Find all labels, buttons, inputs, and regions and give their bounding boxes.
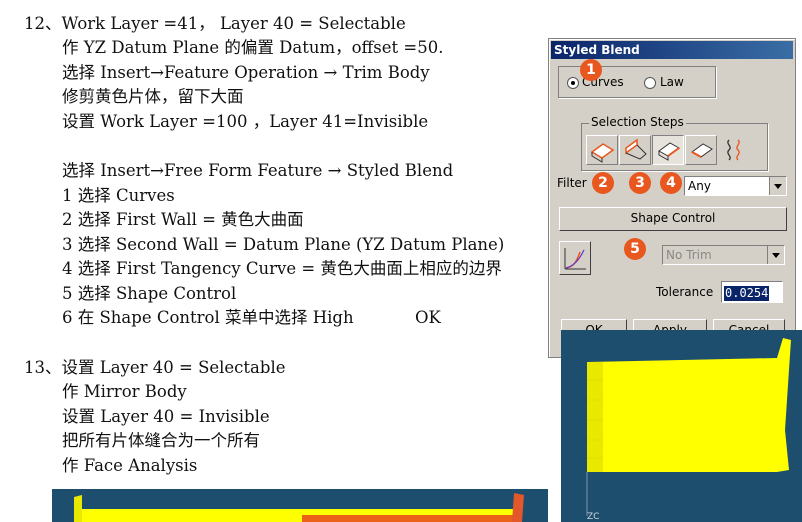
step-13-heading: 13、设置 Layer 40 = Selectable bbox=[24, 358, 286, 377]
instruction-line: 作 Mirror Body bbox=[62, 382, 187, 401]
step-first-tangency-button[interactable] bbox=[652, 135, 684, 165]
step-12-heading: 12、Work Layer =41， Layer 40 = Selectable bbox=[24, 14, 406, 33]
instruction-line: 设置 Work Layer =100 ，Layer 41=Invisible bbox=[62, 112, 429, 131]
step-badge-5: 5 bbox=[624, 238, 646, 260]
selection-steps-label: Selection Steps bbox=[589, 115, 686, 129]
step-badge-3: 3 bbox=[629, 172, 651, 194]
step-first-wall-button[interactable] bbox=[586, 135, 618, 165]
instruction-line: 修剪黄色片体，留下大面 bbox=[62, 87, 244, 106]
instruction-line: 把所有片体缝合为一个所有 bbox=[62, 431, 260, 450]
step-badge-2: 2 bbox=[592, 172, 614, 194]
step-second-tangency-button[interactable] bbox=[685, 135, 717, 165]
trim-value: No Trim bbox=[666, 248, 712, 262]
law-radio[interactable] bbox=[644, 77, 656, 89]
instruction-line: 3 选择 Second Wall = Datum Plane (YZ Datum… bbox=[62, 235, 505, 254]
shape-control-button[interactable]: Shape Control bbox=[559, 207, 787, 231]
step-badge-4: 4 bbox=[660, 172, 682, 194]
graphics-viewport[interactable]: ZC bbox=[561, 330, 802, 522]
instruction-line: 设置 Layer 40 = Invisible bbox=[62, 407, 270, 426]
filter-label: Filter bbox=[557, 176, 587, 190]
instruction-line: 选择 Insert→Free Form Feature → Styled Ble… bbox=[62, 161, 454, 180]
instruction-line: 6 在 Shape Control 菜单中选择 High bbox=[62, 308, 354, 327]
law-label: Law bbox=[660, 75, 684, 89]
curves-radio[interactable] bbox=[567, 77, 579, 89]
filter-dropdown-arrow-icon[interactable] bbox=[769, 177, 786, 195]
step-second-wall-button[interactable] bbox=[619, 135, 651, 165]
axis-label-zc: ZC bbox=[587, 512, 600, 522]
instruction-line: 作 YZ Datum Plane 的偏置 Datum，offset =50. bbox=[62, 38, 444, 57]
surface-strip-graphic bbox=[52, 489, 548, 522]
instruction-line: 1 选择 Curves bbox=[62, 186, 175, 205]
tolerance-input[interactable]: 0.0254 bbox=[721, 281, 783, 303]
dialog-title: Styled Blend bbox=[551, 41, 793, 59]
step-spine-button[interactable] bbox=[718, 135, 750, 165]
viewport-strip bbox=[52, 489, 548, 522]
instruction-line: 4 选择 First Tangency Curve = 黄色大曲面上相应的边界 bbox=[62, 259, 502, 278]
filter-value: Any bbox=[688, 179, 711, 193]
curvature-graph-button[interactable] bbox=[559, 241, 591, 275]
trim-select[interactable]: No Trim bbox=[662, 245, 785, 265]
styled-blend-dialog: Styled Blend Curves Law 1 Selection Step… bbox=[548, 38, 796, 358]
instruction-line: 作 Face Analysis bbox=[62, 456, 198, 475]
curvature-graph-icon bbox=[564, 248, 586, 270]
tolerance-value: 0.0254 bbox=[724, 286, 770, 301]
yellow-surface-graphic bbox=[561, 330, 802, 522]
instruction-line: 选择 Insert→Feature Operation → Trim Body bbox=[62, 63, 430, 82]
tolerance-label: Tolerance bbox=[656, 285, 714, 299]
instruction-line: 5 选择 Shape Control bbox=[62, 284, 237, 303]
trim-dropdown-arrow-icon[interactable] bbox=[767, 246, 784, 264]
step-badge-1: 1 bbox=[580, 59, 602, 81]
instruction-line: 2 选择 First Wall = 黄色大曲面 bbox=[62, 210, 304, 229]
instruction-document: 12、Work Layer =41， Layer 40 = Selectable… bbox=[0, 0, 540, 522]
ok-text: OK bbox=[415, 308, 441, 327]
filter-select[interactable]: Any bbox=[684, 176, 787, 196]
